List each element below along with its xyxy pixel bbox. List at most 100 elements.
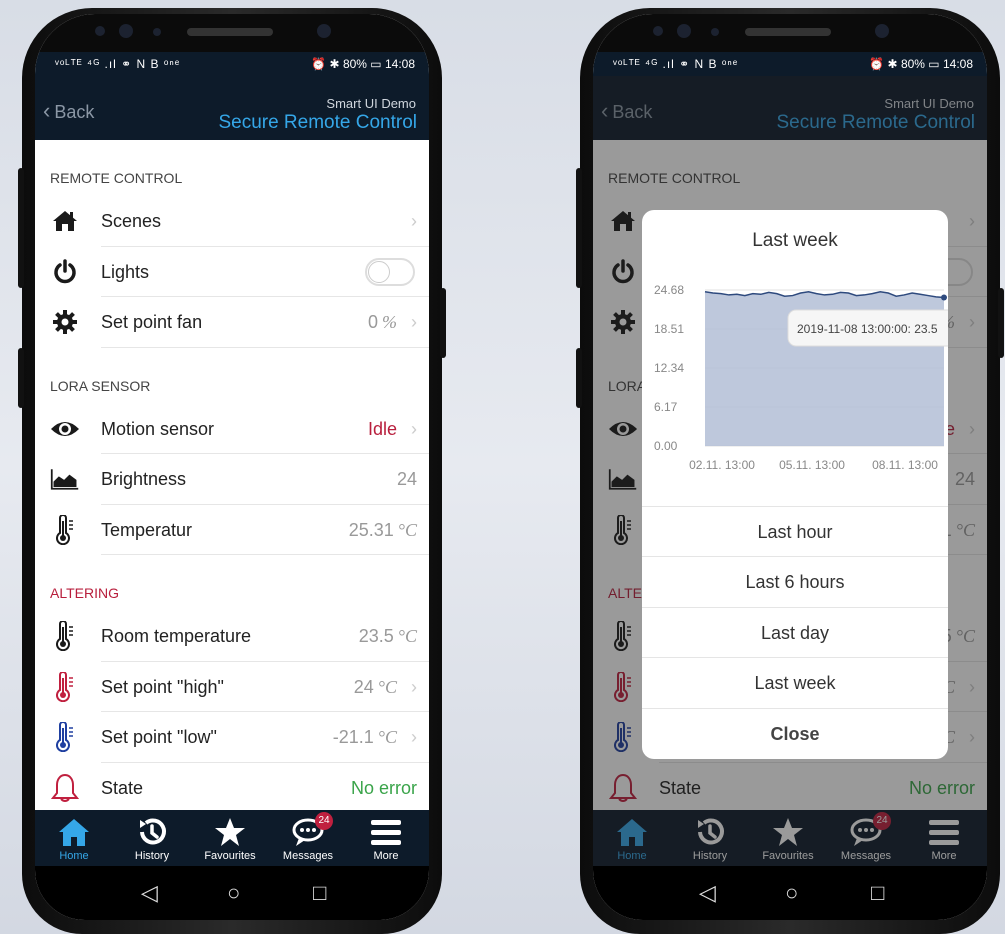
status-bar: ᵛᵒᴸᵀᴱ ⁴ᴳ .ıl ⚭ N B ᵒⁿᵉ ⏰ ✱ 80% ▭ 14:08: [35, 52, 429, 76]
status-icons: ᵛᵒᴸᵀᴱ ⁴ᴳ .ıl ⚭ N B ᵒⁿᵉ: [55, 57, 181, 71]
motion-value: Idle: [367, 418, 397, 439]
tab-messages[interactable]: 24 Messages: [269, 810, 347, 866]
tab-bar: Home History Favourites 24 Messages More: [35, 810, 429, 866]
room-temp-value: 23.5°C: [359, 626, 417, 647]
fan-value: 0%: [368, 312, 397, 333]
tab-favourites[interactable]: Favourites: [191, 810, 269, 866]
temperatur-value: 25.31°C: [349, 520, 417, 541]
speaker: [187, 28, 273, 36]
menu-icon: [371, 820, 401, 845]
status-icons: ᵛᵒᴸᵀᴱ ⁴ᴳ .ıl ⚭ N B ᵒⁿᵉ: [613, 57, 739, 71]
x-tick-label: 05.11. 13:00: [779, 458, 845, 472]
bixby-button: [576, 348, 582, 408]
option-last-6-hours[interactable]: Last 6 hours: [642, 556, 948, 606]
history-dialog: Last week 0.00 6.17 12.34 18.51 24.68 02.11. …: [642, 210, 948, 759]
system-recent-button[interactable]: □: [871, 880, 884, 906]
power-button: [998, 288, 1004, 358]
data-point-highlight: [941, 294, 947, 301]
top-bezel: [35, 14, 429, 52]
y-tick-label: 6.17: [654, 400, 678, 414]
room-temp-row: Room temperature 23.5°C: [35, 611, 429, 662]
option-last-day[interactable]: Last day: [642, 607, 948, 657]
front-camera: [317, 24, 331, 38]
home-icon: [50, 207, 80, 235]
system-home-button[interactable]: ○: [785, 880, 798, 906]
room-temp-unit: °C: [397, 626, 417, 646]
sensor: [653, 26, 663, 36]
back-button[interactable]: ‹ Back: [43, 98, 94, 124]
power-icon: [50, 258, 80, 286]
setpoint-high-label: Set point "high": [101, 676, 224, 697]
section-remote-control: REMOTE CONTROL: [50, 170, 183, 186]
camera: [119, 24, 133, 38]
chevron-right-icon: ›: [411, 676, 417, 697]
history-chart: 0.00 6.17 12.34 18.51 24.68 02.11. 13:00 05.11…: [654, 283, 948, 472]
close-button[interactable]: Close: [642, 708, 948, 758]
motion-label: Motion sensor: [101, 418, 215, 439]
brightness-label: Brightness: [101, 469, 187, 489]
room-temp-number: 23.5: [358, 626, 394, 646]
content: REMOTE CONTROL Scenes › Lights Set po: [35, 140, 429, 810]
setpoint-low-value: -21.1°C: [333, 727, 397, 748]
eye-icon: [50, 415, 80, 443]
fan-unit: %: [382, 312, 397, 332]
bell-icon: [50, 773, 80, 802]
section-altering: ALTERING: [50, 585, 119, 601]
setpoint-high-row[interactable]: Set point "high" 24°C ›: [35, 662, 429, 713]
tooltip-text: 2019-11-08 13:00:00: 23.5: [797, 322, 938, 336]
volume-button: [576, 168, 582, 288]
system-back-button[interactable]: ◁: [699, 880, 716, 906]
volume-button: [18, 168, 24, 288]
chevron-right-icon: ›: [411, 312, 417, 332]
tab-home[interactable]: Home: [35, 810, 113, 866]
status-right: ⏰ ✱ 80% ▭ 14:08: [869, 57, 973, 71]
nav-bar: ‹ Back Smart UI Demo Secure Remote Contro…: [35, 76, 429, 140]
option-last-hour[interactable]: Last hour: [642, 506, 948, 556]
page-title: Secure Remote Control: [218, 112, 417, 133]
tab-more[interactable]: More: [347, 810, 425, 866]
dialog-title: Last week: [752, 230, 838, 251]
fan-row[interactable]: Set point fan 0% ›: [35, 297, 429, 348]
app-subtitle: Smart UI Demo: [326, 96, 416, 111]
chevron-right-icon: ›: [411, 727, 417, 747]
toggle-knob: [368, 260, 390, 283]
home-icon: [59, 819, 89, 846]
tab-history[interactable]: History: [113, 810, 191, 866]
system-recent-button[interactable]: □: [313, 880, 326, 906]
top-bezel: [593, 14, 987, 52]
status-right: ⏰ ✱ 80% ▭ 14:08: [311, 57, 415, 71]
brightness-row: Brightness 24: [35, 454, 429, 505]
front-camera: [875, 24, 889, 38]
sensor: [95, 26, 105, 36]
status-bar: ᵛᵒᴸᵀᴱ ⁴ᴳ .ıl ⚭ N B ᵒⁿᵉ ⏰ ✱ 80% ▭ 14:08: [593, 52, 987, 76]
brightness-value: 24: [396, 469, 417, 489]
lights-row: Lights: [35, 247, 429, 298]
sensor: [711, 28, 719, 36]
x-tick-label: 02.11. 13:00: [689, 458, 755, 472]
room-temp-label: Room temperature: [101, 626, 252, 646]
option-last-week[interactable]: Last week: [642, 657, 948, 707]
section-lora-sensor: LORA SENSOR: [50, 377, 151, 394]
tab-label: Home: [59, 850, 89, 862]
system-nav: ◁ ○ □: [35, 866, 429, 920]
thermometer-hot-icon: [50, 671, 80, 702]
scenes-row[interactable]: Scenes ›: [35, 196, 429, 247]
system-home-button[interactable]: ○: [227, 880, 240, 906]
state-label: State: [101, 777, 144, 798]
state-value: No error: [350, 777, 417, 798]
chevron-right-icon: ›: [411, 418, 417, 439]
state-row: State No error: [35, 763, 429, 814]
system-back-button[interactable]: ◁: [141, 880, 158, 906]
y-tick-label: 0.00: [654, 439, 678, 453]
lights-label: Lights: [101, 261, 150, 282]
lights-toggle[interactable]: [365, 257, 415, 286]
thermometer-icon: [50, 621, 80, 651]
setpoint-high-number: 24: [353, 676, 374, 697]
setpoint-low-row[interactable]: Set point "low" -21.1°C ›: [35, 712, 429, 763]
setpoint-low-unit: °C: [377, 727, 397, 747]
motion-row[interactable]: Motion sensor Idle ›: [35, 404, 429, 455]
fan-label: Set point fan: [101, 312, 203, 332]
messages-badge: 24: [315, 812, 333, 830]
setpoint-low-label: Set point "low": [101, 727, 217, 747]
screen: ᵛᵒᴸᵀᴱ ⁴ᴳ .ıl ⚭ N B ᵒⁿᵉ ⏰ ✱ 80% ▭ 14:08 ‹…: [35, 14, 429, 920]
